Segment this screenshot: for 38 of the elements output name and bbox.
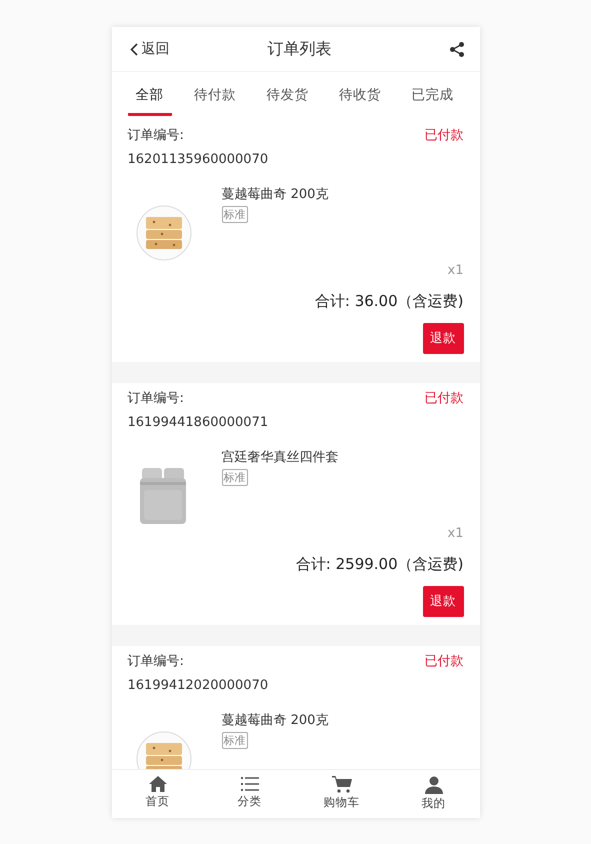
refund-button[interactable]: 退款 xyxy=(422,586,464,617)
product-name: 蔓越莓曲奇 200克 xyxy=(222,712,328,729)
order-number-label: 订单编号: xyxy=(128,127,184,144)
quantity: x1 xyxy=(446,526,464,541)
page-title: 订单列表 xyxy=(268,38,332,60)
user-icon xyxy=(424,776,442,794)
tab[interactable]: 待收货 xyxy=(331,76,389,116)
order-status: 已付款 xyxy=(424,390,464,407)
cart-icon xyxy=(332,776,352,793)
back-button[interactable]: 返回 xyxy=(130,40,170,58)
order-number: 16201135960000070 xyxy=(128,152,270,167)
order-number: 16199441860000071 xyxy=(128,415,270,430)
order-total: 合计: 36.00（含运费) xyxy=(314,292,464,311)
order-status: 已付款 xyxy=(424,653,464,670)
product-name: 宫廷奢华真丝四件套 xyxy=(222,449,338,466)
nav-tab[interactable]: 首页 xyxy=(112,770,204,818)
tab[interactable]: 全部 xyxy=(128,76,172,116)
back-icon xyxy=(130,42,138,56)
refund-button[interactable]: 退款 xyxy=(422,323,464,354)
nav-tab[interactable]: 购物车 xyxy=(296,770,388,818)
home-icon xyxy=(148,776,166,792)
spec-tag: 标准 xyxy=(222,206,248,223)
spec-tag: 标准 xyxy=(222,732,248,749)
tab[interactable]: 待发货 xyxy=(258,76,316,116)
nav-tab[interactable]: 分类 xyxy=(204,770,296,818)
quantity: x1 xyxy=(446,263,464,278)
order-number-label: 订单编号: xyxy=(128,390,184,407)
product-name: 蔓越莓曲奇 200克 xyxy=(222,186,328,203)
nav-tab[interactable]: 我的 xyxy=(388,770,480,818)
order-total: 合计: 2599.00（含运费) xyxy=(294,555,464,574)
tab[interactable]: 已完成 xyxy=(404,76,462,116)
share-icon[interactable] xyxy=(450,42,464,56)
tab[interactable]: 待付款 xyxy=(186,76,244,116)
order-status: 已付款 xyxy=(424,127,464,144)
spec-tag: 标准 xyxy=(222,469,248,486)
list-icon xyxy=(240,776,258,792)
order-number-label: 订单编号: xyxy=(128,653,184,670)
order-number: 16199412020000070 xyxy=(128,678,270,693)
